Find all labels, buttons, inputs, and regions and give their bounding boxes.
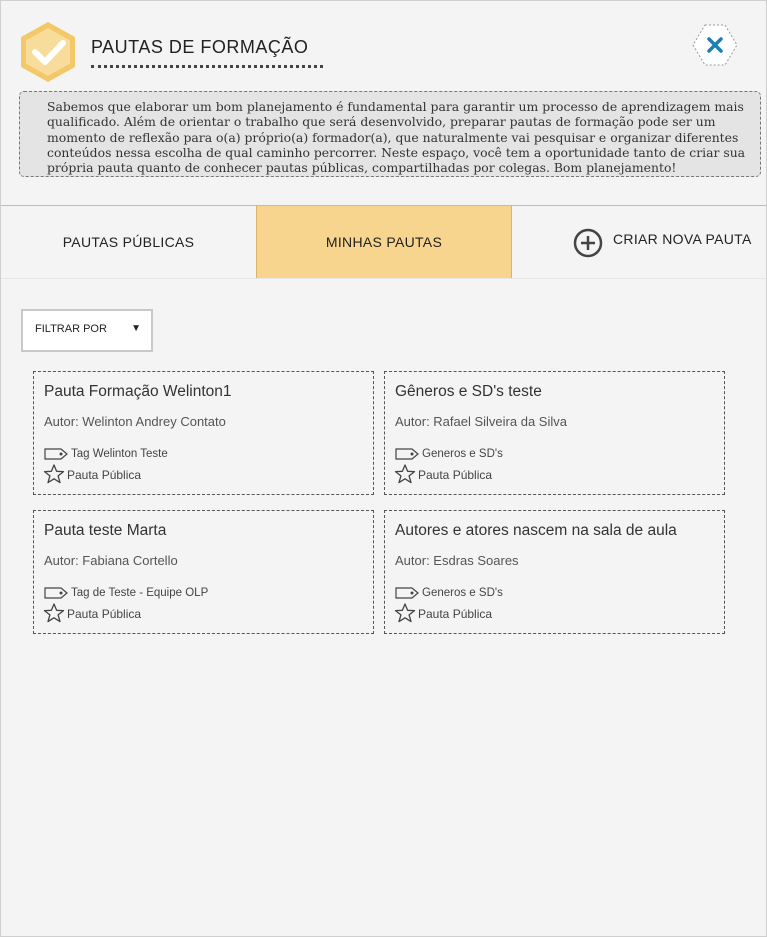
close-icon[interactable] — [691, 23, 739, 67]
modal-header: PAUTAS DE FORMAÇÃO — [1, 1, 766, 91]
card-title: Gêneros e SD's teste — [395, 383, 542, 400]
tag-icon — [44, 448, 68, 460]
star-icon[interactable] — [394, 464, 416, 484]
star-icon[interactable] — [43, 603, 65, 623]
tab-pautas-publicas[interactable]: PAUTAS PÚBLICAS — [1, 206, 256, 278]
tab-minhas-pautas[interactable]: MINHAS PAUTAS — [256, 206, 512, 278]
card-tag: Generos e SD's — [422, 587, 503, 599]
filter-dropdown[interactable]: FILTRAR POR ▼ — [21, 309, 153, 352]
card-author: Autor: Esdras Soares — [395, 553, 519, 568]
card-visibility: Pauta Pública — [418, 607, 493, 621]
create-new-pauta-button[interactable]: CRIAR NOVA PAUTA — [511, 206, 766, 278]
card-tag: Generos e SD's — [422, 448, 503, 460]
tab-bar: PAUTAS PÚBLICAS MINHAS PAUTAS CRIAR NOVA… — [1, 205, 766, 279]
intro-text: Sabemos que elaborar um bom planejamento… — [19, 91, 761, 177]
pauta-card[interactable]: Autores e atores nascem na sala de aula … — [384, 510, 725, 634]
card-tag: Tag Welinton Teste — [71, 448, 168, 460]
title-underline — [91, 65, 323, 68]
tag-icon — [395, 448, 419, 460]
card-tag: Tag de Teste - Equipe OLP — [71, 587, 209, 599]
star-icon[interactable] — [394, 603, 416, 623]
card-visibility: Pauta Pública — [67, 468, 142, 482]
plus-circle-icon — [573, 228, 603, 258]
card-author: Autor: Rafael Silveira da Silva — [395, 414, 567, 429]
star-icon[interactable] — [43, 464, 65, 484]
pauta-card[interactable]: Pauta teste Marta Autor: Fabiana Cortell… — [33, 510, 374, 634]
card-author: Autor: Fabiana Cortello — [44, 553, 178, 568]
tag-icon — [44, 587, 68, 599]
pauta-card[interactable]: Pauta Formação Welinton1 Autor: Welinton… — [33, 371, 374, 495]
tag-icon — [395, 587, 419, 599]
checkmark-hexagon-icon — [21, 22, 75, 82]
pautas-modal: PAUTAS DE FORMAÇÃO Sabemos que elaborar … — [0, 0, 767, 937]
card-title: Pauta teste Marta — [44, 522, 167, 539]
card-title: Pauta Formação Welinton1 — [44, 383, 232, 400]
card-visibility: Pauta Pública — [418, 468, 493, 482]
page-title: PAUTAS DE FORMAÇÃO — [91, 37, 309, 57]
card-title: Autores e atores nascem na sala de aula — [395, 522, 677, 539]
create-new-pauta-label: CRIAR NOVA PAUTA — [613, 231, 752, 247]
card-author: Autor: Welinton Andrey Contato — [44, 414, 226, 429]
card-visibility: Pauta Pública — [67, 607, 142, 621]
pauta-card[interactable]: Gêneros e SD's teste Autor: Rafael Silve… — [384, 371, 725, 495]
filter-label: FILTRAR POR — [35, 323, 107, 335]
chevron-down-icon: ▼ — [131, 323, 141, 334]
